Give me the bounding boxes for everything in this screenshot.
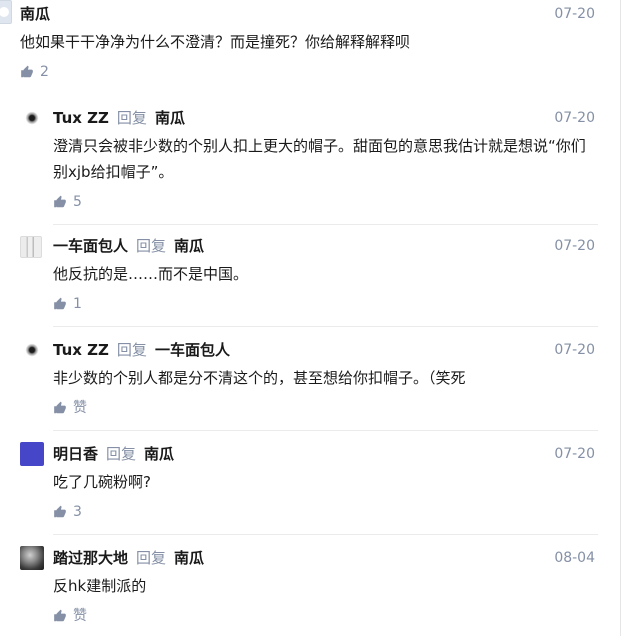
author-name[interactable]: Tux ZZ [53, 340, 109, 360]
root-comment: 南瓜 07-20 他如果干干净净为什么不澄清？而是撞死？你给解释解释呗 2 [0, 0, 637, 82]
divider [53, 430, 598, 431]
comment-date: 07-20 [554, 446, 595, 462]
comment-header: 踏过那大地 回复 南瓜 [53, 548, 598, 568]
comment-date: 07-20 [554, 110, 595, 126]
like-count: 赞 [73, 400, 87, 416]
avatar[interactable] [20, 546, 44, 570]
comment-header: 一车面包人 回复 南瓜 [53, 236, 598, 256]
reply-to-name[interactable]: 南瓜 [144, 444, 174, 464]
reply-label: 回复 [136, 237, 167, 255]
thumbs-up-icon [20, 65, 34, 79]
reply-item: 一车面包人 回复 南瓜 07-20 他反抗的是……而不是中国。 1 [0, 236, 637, 327]
like-count: 赞 [73, 608, 87, 624]
like-button[interactable]: 2 [20, 62, 598, 82]
like-button[interactable]: 赞 [53, 606, 598, 626]
comment-content: 他如果干干净净为什么不澄清？而是撞死？你给解释解释呗 [20, 33, 411, 51]
comment-header: 明日香 回复 南瓜 [53, 444, 598, 464]
avatar[interactable] [20, 236, 42, 258]
reply-to-name[interactable]: 南瓜 [174, 548, 204, 568]
reply-label: 回复 [136, 549, 167, 567]
thumbs-up-icon [53, 401, 67, 415]
author-name[interactable]: 南瓜 [20, 4, 50, 24]
avatar[interactable] [0, 0, 12, 24]
reply-item: Tux ZZ 回复 一车面包人 07-20 非少数的个别人都是分不清这个的，甚至… [0, 338, 637, 431]
like-button[interactable]: 赞 [53, 398, 598, 418]
comment-content: 非少数的个别人都是分不清这个的，甚至想给你扣帽子。（笑死 [53, 369, 466, 387]
reply-label: 回复 [106, 445, 137, 463]
reply-item: 明日香 回复 南瓜 07-20 吃了几碗粉啊? 3 [0, 442, 637, 535]
reply-item: Tux ZZ 回复 南瓜 07-20 澄清只会被非少数的个别人扣上更大的帽子。甜… [0, 106, 637, 225]
comment-header: Tux ZZ 回复 一车面包人 [53, 340, 598, 360]
author-name[interactable]: 明日香 [53, 444, 98, 464]
comment-content: 他反抗的是……而不是中国。 [53, 265, 249, 283]
divider [53, 534, 598, 535]
reply-to-name[interactable]: 南瓜 [174, 236, 204, 256]
author-name[interactable]: 一车面包人 [53, 236, 128, 256]
like-count: 1 [73, 296, 82, 312]
reply-to-name[interactable]: 一车面包人 [155, 340, 230, 360]
comment-date: 08-04 [554, 550, 595, 566]
comment-content: 吃了几碗粉啊? [53, 473, 151, 491]
thumbs-up-icon [53, 505, 67, 519]
divider [53, 326, 598, 327]
thumbs-up-icon [53, 609, 67, 623]
avatar[interactable] [20, 442, 44, 466]
like-button[interactable]: 1 [53, 294, 598, 314]
reply-label: 回复 [116, 109, 147, 127]
comment-header: 南瓜 [20, 4, 598, 24]
like-count: 3 [73, 504, 82, 520]
like-count: 2 [40, 64, 49, 80]
like-button[interactable]: 5 [53, 192, 598, 212]
comment-date: 07-20 [554, 238, 595, 254]
reply-item: 踏过那大地 回复 南瓜 08-04 反hk建制派的 赞 [0, 546, 637, 626]
author-name[interactable]: 踏过那大地 [53, 548, 128, 568]
divider [53, 224, 598, 225]
reply-to-name[interactable]: 南瓜 [155, 108, 185, 128]
avatar[interactable] [20, 338, 44, 362]
thumbs-up-icon [53, 195, 67, 209]
comment-date: 07-20 [554, 342, 595, 358]
comment-header: Tux ZZ 回复 南瓜 [53, 108, 598, 128]
author-name[interactable]: Tux ZZ [53, 108, 109, 128]
avatar[interactable] [20, 106, 44, 130]
comment-content: 反hk建制派的 [53, 577, 147, 595]
comment-date: 07-20 [554, 6, 595, 22]
reply-label: 回复 [116, 341, 147, 359]
thumbs-up-icon [53, 297, 67, 311]
like-count: 5 [73, 194, 82, 210]
comment-content: 澄清只会被非少数的个别人扣上更大的帽子。甜面包的意思我估计就是想说“你们别xjb… [53, 137, 586, 181]
like-button[interactable]: 3 [53, 502, 598, 522]
comment-thread: 南瓜 07-20 他如果干干净净为什么不澄清？而是撞死？你给解释解释呗 2 Tu… [0, 0, 637, 636]
